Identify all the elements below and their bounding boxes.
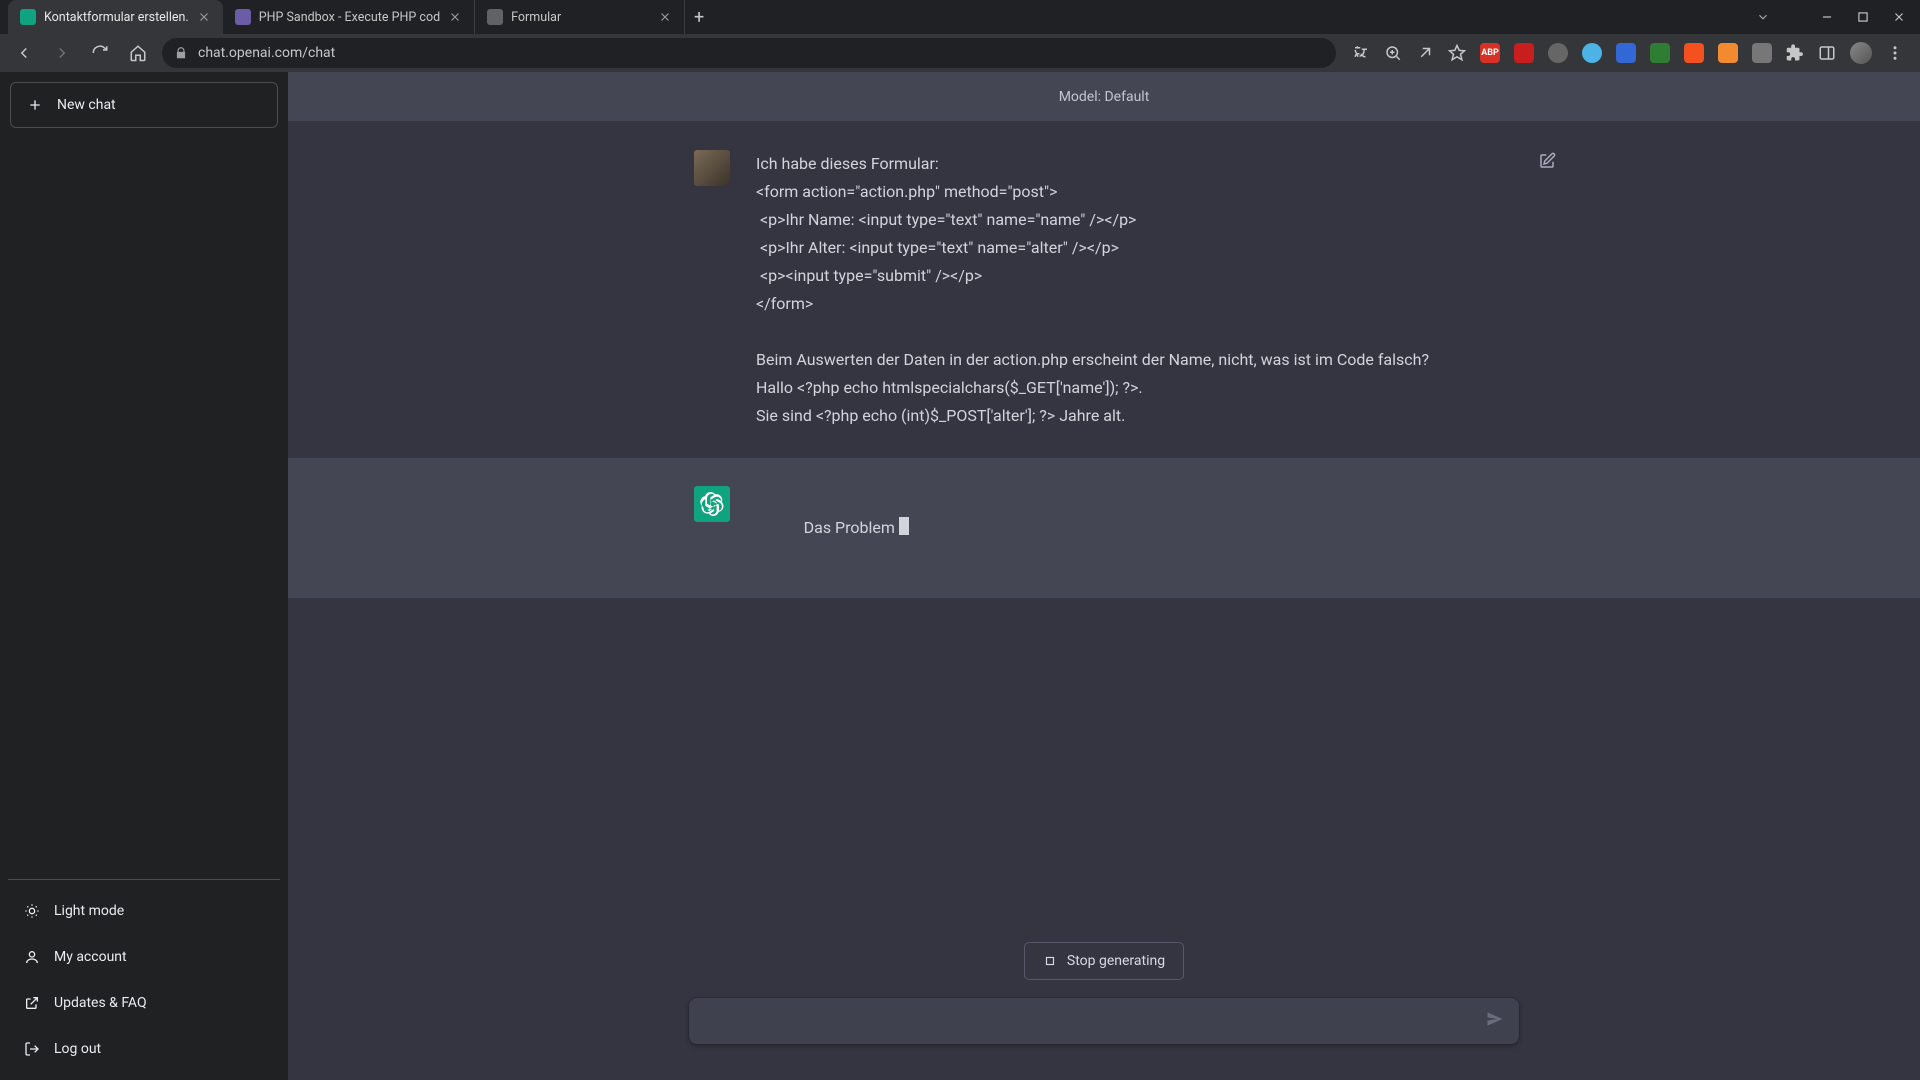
logout-icon: [24, 1041, 40, 1057]
sidepanel-icon[interactable]: [1818, 44, 1836, 62]
address-bar[interactable]: chat.openai.com/chat: [162, 38, 1336, 68]
ext-icon[interactable]: [1650, 43, 1670, 63]
star-icon[interactable]: [1448, 44, 1466, 62]
sidebar-item-label: My account: [54, 949, 127, 965]
sidebar-item-lightmode[interactable]: Light mode: [10, 890, 278, 932]
tab-title: Kontaktformular erstellen.: [44, 10, 189, 25]
user-icon: [24, 949, 40, 965]
sidebar-item-logout[interactable]: Log out: [10, 1028, 278, 1070]
close-window-icon[interactable]: [1892, 10, 1906, 24]
assistant-avatar: [694, 486, 730, 522]
maximize-icon[interactable]: [1856, 10, 1870, 24]
share-icon[interactable]: [1416, 44, 1434, 62]
message-input[interactable]: [707, 1012, 1469, 1030]
new-chat-label: New chat: [57, 97, 116, 113]
minimize-icon[interactable]: [1820, 10, 1834, 24]
turn-user: Ich habe dieses Formular: <form action="…: [288, 122, 1920, 458]
sidebar-item-label: Updates & FAQ: [54, 995, 147, 1011]
ext-icon[interactable]: [1752, 43, 1772, 63]
stop-label: Stop generating: [1067, 953, 1165, 969]
kebab-menu-icon[interactable]: [1886, 44, 1904, 62]
send-button[interactable]: [1485, 1009, 1505, 1033]
window-controls: [1742, 0, 1920, 34]
forward-button[interactable]: [48, 39, 76, 67]
stop-icon: [1043, 954, 1057, 968]
zoom-icon[interactable]: [1384, 44, 1402, 62]
sidebar-item-label: Log out: [54, 1041, 101, 1057]
stop-generating-button[interactable]: Stop generating: [1024, 942, 1184, 980]
sidebar-item-label: Light mode: [54, 903, 124, 919]
back-button[interactable]: [10, 39, 38, 67]
tab-title: Formular: [511, 10, 650, 25]
browser-tab-2[interactable]: Formular: [475, 0, 685, 34]
ext-icon[interactable]: [1514, 43, 1534, 63]
sun-icon: [24, 903, 40, 919]
close-icon[interactable]: [197, 10, 211, 24]
tab-favicon: [235, 9, 251, 25]
sidebar-item-faq[interactable]: Updates & FAQ: [10, 982, 278, 1024]
model-bar: Model: Default: [288, 72, 1920, 122]
home-button[interactable]: [124, 39, 152, 67]
profile-avatar[interactable]: [1850, 42, 1872, 64]
browser-titlebar: Kontaktformular erstellen. PHP Sandbox -…: [0, 0, 1920, 34]
external-link-icon: [24, 995, 40, 1011]
tab-strip: Kontaktformular erstellen. PHP Sandbox -…: [0, 0, 713, 34]
assistant-partial-text: Das Problem: [804, 518, 895, 537]
ext-icon[interactable]: [1616, 43, 1636, 63]
sidebar-item-account[interactable]: My account: [10, 936, 278, 978]
close-icon[interactable]: [448, 10, 462, 24]
chevron-down-icon[interactable]: [1756, 10, 1770, 24]
sidebar: New chat Light mode My account Updates &…: [0, 72, 288, 1080]
plus-icon: [27, 97, 43, 113]
browser-tab-0[interactable]: Kontaktformular erstellen.: [8, 0, 223, 34]
user-avatar: [694, 150, 730, 186]
assistant-message-text: Das Problem: [756, 486, 1514, 570]
model-label: Model: Default: [1059, 89, 1150, 105]
ext-icon[interactable]: [1718, 43, 1738, 63]
browser-toolbar: chat.openai.com/chat ABP: [0, 34, 1920, 72]
user-message-text: Ich habe dieses Formular: <form action="…: [756, 150, 1514, 430]
send-icon: [1485, 1009, 1505, 1029]
edit-icon: [1538, 152, 1556, 170]
ext-icon[interactable]: [1548, 43, 1568, 63]
ext-icon[interactable]: [1582, 43, 1602, 63]
tab-favicon: [487, 9, 503, 25]
turn-assistant: Das Problem: [288, 458, 1920, 598]
tab-title: PHP Sandbox - Execute PHP cod: [259, 10, 440, 25]
new-chat-button[interactable]: New chat: [10, 82, 278, 128]
ext-icon[interactable]: ABP: [1480, 43, 1500, 63]
new-tab-button[interactable]: +: [685, 0, 713, 34]
browser-tab-1[interactable]: PHP Sandbox - Execute PHP cod: [223, 0, 475, 34]
message-composer[interactable]: [689, 998, 1519, 1044]
ext-icon[interactable]: [1684, 43, 1704, 63]
extensions-icon[interactable]: [1786, 44, 1804, 62]
close-icon[interactable]: [658, 10, 672, 24]
composer-area: Stop generating: [288, 914, 1920, 1080]
openai-icon: [700, 492, 724, 516]
lock-icon: [174, 46, 188, 60]
tab-favicon: [20, 9, 36, 25]
edit-message-button[interactable]: [1538, 152, 1556, 174]
extension-icons: ABP: [1346, 42, 1910, 64]
sidebar-separator: [8, 879, 280, 880]
main-panel: Model: Default Ich habe dieses Formular:…: [288, 72, 1920, 1080]
reload-button[interactable]: [86, 39, 114, 67]
translate-icon[interactable]: [1352, 44, 1370, 62]
url-text: chat.openai.com/chat: [198, 45, 1324, 61]
typing-cursor: [899, 517, 909, 535]
